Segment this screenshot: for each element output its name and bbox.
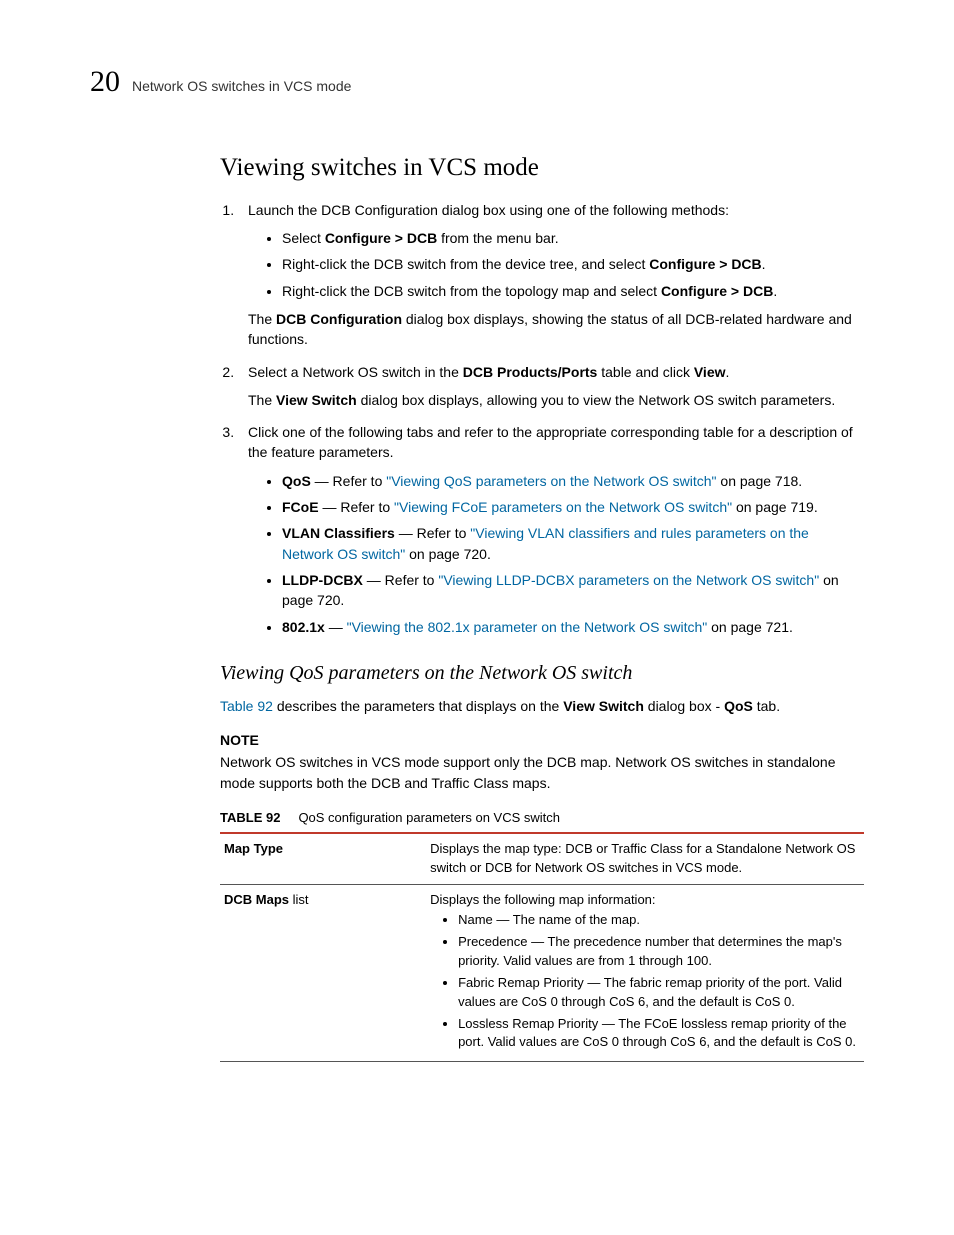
note-label: NOTE xyxy=(220,730,864,750)
list-item: Precedence — The precedence number that … xyxy=(458,933,860,971)
param-name: DCB Maps list xyxy=(220,884,426,1062)
text: . xyxy=(726,364,730,380)
text: on page 720. xyxy=(405,546,491,562)
dialog-name: View Switch xyxy=(563,698,644,714)
param-desc: Displays the map type: DCB or Traffic Cl… xyxy=(426,833,864,884)
tab-name: LLDP-DCBX xyxy=(282,572,363,588)
note-text: Network OS switches in VCS mode support … xyxy=(220,752,864,793)
page-header: 20 Network OS switches in VCS mode xyxy=(90,60,864,104)
text: — Refer to xyxy=(319,499,394,515)
text: dialog box - xyxy=(644,698,724,714)
text: Displays the following map information: xyxy=(430,892,655,907)
list-item: FCoE — Refer to "Viewing FCoE parameters… xyxy=(282,497,864,517)
text: . xyxy=(762,256,766,272)
text: Select a Network OS switch in the xyxy=(248,364,463,380)
xref-link[interactable]: "Viewing FCoE parameters on the Network … xyxy=(394,499,732,515)
list-item: LLDP-DCBX — Refer to "Viewing LLDP-DCBX … xyxy=(282,570,864,611)
list-item: Right-click the DCB switch from the devi… xyxy=(282,254,864,274)
list-item: Right-click the DCB switch from the topo… xyxy=(282,281,864,301)
xref-link[interactable]: "Viewing QoS parameters on the Network O… xyxy=(386,473,716,489)
tab-name: QoS xyxy=(724,698,753,714)
step-2: Select a Network OS switch in the DCB Pr… xyxy=(238,362,864,411)
step-3: Click one of the following tabs and refe… xyxy=(238,422,864,637)
text: Select xyxy=(282,230,325,246)
table-label: TABLE 92 xyxy=(220,810,280,825)
menu-path: Configure > DCB xyxy=(661,283,773,299)
page-content: Viewing switches in VCS mode Launch the … xyxy=(220,150,864,1063)
text: The xyxy=(248,392,276,408)
text: Right-click the DCB switch from the topo… xyxy=(282,283,661,299)
text: — xyxy=(325,619,347,635)
step-1: Launch the DCB Configuration dialog box … xyxy=(238,200,864,350)
text: list xyxy=(289,892,309,907)
table-row: Map Type Displays the map type: DCB or T… xyxy=(220,833,864,884)
ui-element: DCB Products/Ports xyxy=(463,364,598,380)
list-item: VLAN Classifiers — Refer to "Viewing VLA… xyxy=(282,523,864,564)
list-item: Name — The name of the map. xyxy=(458,911,860,930)
list-item: Lossless Remap Priority — The FCoE lossl… xyxy=(458,1015,860,1053)
step-text: Click one of the following tabs and refe… xyxy=(248,424,853,460)
tab-name: QoS xyxy=(282,473,311,489)
text: on page 721. xyxy=(707,619,793,635)
xref-link[interactable]: "Viewing the 802.1x parameter on the Net… xyxy=(347,619,708,635)
table-caption: TABLE 92 QoS configuration parameters on … xyxy=(220,809,864,828)
text: The xyxy=(248,311,276,327)
tab-name: 802.1x xyxy=(282,619,325,635)
menu-path: Configure > DCB xyxy=(649,256,761,272)
tab-name: VLAN Classifiers xyxy=(282,525,395,541)
text: — Refer to xyxy=(311,473,386,489)
procedure-steps: Launch the DCB Configuration dialog box … xyxy=(220,200,864,637)
subsection-title: Viewing QoS parameters on the Network OS… xyxy=(220,659,864,688)
text: from the menu bar. xyxy=(437,230,558,246)
table-title: QoS configuration parameters on VCS swit… xyxy=(298,810,560,825)
text: describes the parameters that displays o… xyxy=(273,698,563,714)
list-item: Select Configure > DCB from the menu bar… xyxy=(282,228,864,248)
desc-list: Name — The name of the map. Precedence —… xyxy=(430,911,860,1052)
text: table and click xyxy=(597,364,694,380)
qos-parameters-table: Map Type Displays the map type: DCB or T… xyxy=(220,832,864,1062)
chapter-number: 20 xyxy=(90,60,120,104)
tab-name: FCoE xyxy=(282,499,319,515)
text: tab. xyxy=(753,698,780,714)
text: DCB Maps xyxy=(224,892,289,907)
dialog-name: View Switch xyxy=(276,392,357,408)
step-result: The View Switch dialog box displays, all… xyxy=(248,390,864,410)
text: Right-click the DCB switch from the devi… xyxy=(282,256,649,272)
menu-path: Configure > DCB xyxy=(325,230,437,246)
list-item: 802.1x — "Viewing the 802.1x parameter o… xyxy=(282,617,864,637)
param-desc: Displays the following map information: … xyxy=(426,884,864,1062)
param-name: Map Type xyxy=(220,833,426,884)
ui-element: View xyxy=(694,364,726,380)
list-item: Fabric Remap Priority — The fabric remap… xyxy=(458,974,860,1012)
text: on page 718. xyxy=(717,473,803,489)
step-3-bullets: QoS — Refer to "Viewing QoS parameters o… xyxy=(248,471,864,637)
step-1-bullets: Select Configure > DCB from the menu bar… xyxy=(248,228,864,301)
xref-link[interactable]: "Viewing LLDP-DCBX parameters on the Net… xyxy=(438,572,819,588)
text: on page 719. xyxy=(732,499,818,515)
table-row: DCB Maps list Displays the following map… xyxy=(220,884,864,1062)
text: — Refer to xyxy=(395,525,470,541)
intro-paragraph: Table 92 describes the parameters that d… xyxy=(220,696,864,716)
text: — Refer to xyxy=(363,572,438,588)
text: . xyxy=(773,283,777,299)
list-item: QoS — Refer to "Viewing QoS parameters o… xyxy=(282,471,864,491)
section-title: Viewing switches in VCS mode xyxy=(220,150,864,186)
text: dialog box displays, allowing you to vie… xyxy=(357,392,836,408)
chapter-title: Network OS switches in VCS mode xyxy=(132,76,351,96)
step-result: The DCB Configuration dialog box display… xyxy=(248,309,864,350)
table-xref-link[interactable]: Table 92 xyxy=(220,698,273,714)
step-text: Launch the DCB Configuration dialog box … xyxy=(248,202,729,218)
dialog-name: DCB Configuration xyxy=(276,311,402,327)
